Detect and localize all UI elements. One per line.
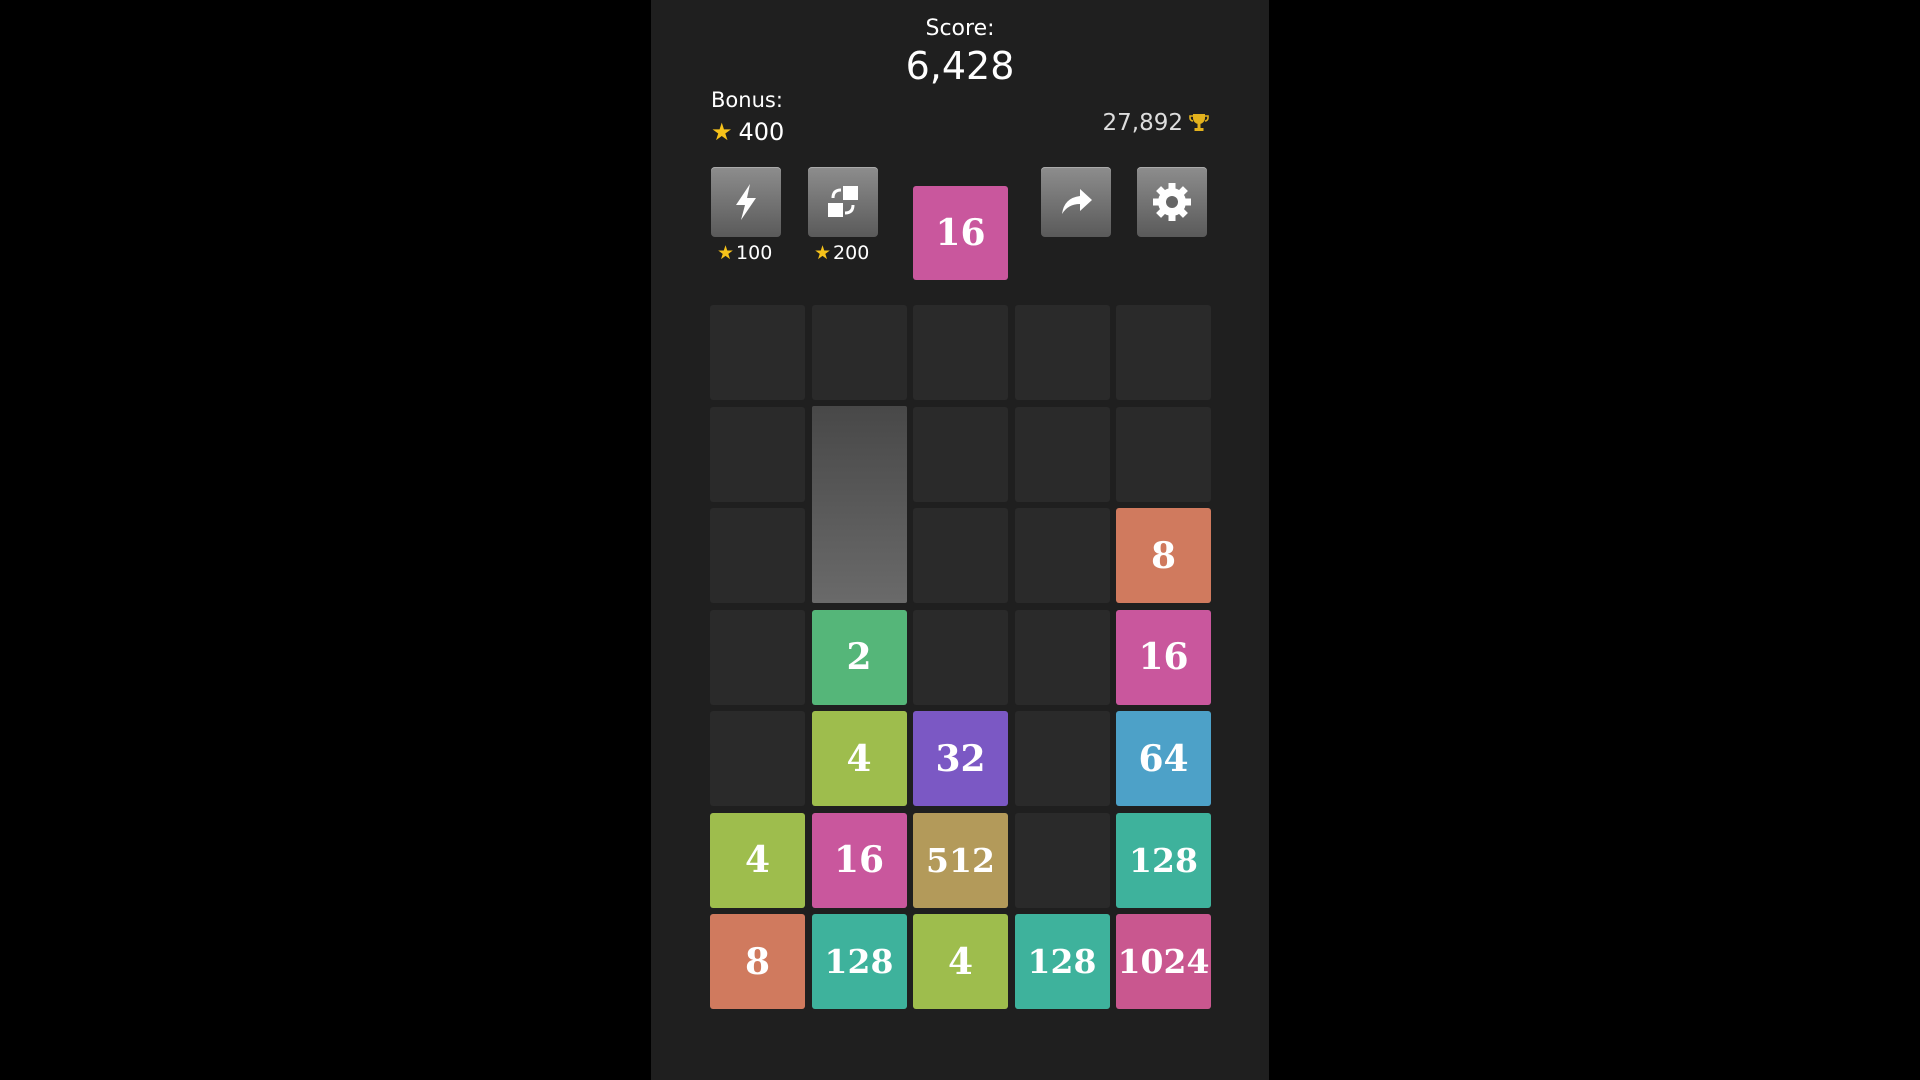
- bonus-row: ★ 400: [711, 118, 784, 146]
- tile-4: 4: [710, 812, 805, 908]
- star-icon: ★: [717, 242, 735, 264]
- tile-8: 8: [1116, 508, 1211, 603]
- bonus-value: 400: [738, 118, 785, 146]
- best-score-value: 27,892: [1102, 110, 1183, 136]
- tile-64: 64: [1116, 711, 1211, 806]
- board-cell[interactable]: [913, 305, 1008, 400]
- board-cell[interactable]: [913, 406, 1008, 502]
- swap-button[interactable]: [808, 167, 878, 237]
- tile-1024: 1024: [1116, 914, 1211, 1009]
- tile-16: 16: [811, 812, 907, 908]
- board-cell[interactable]: [1116, 406, 1211, 502]
- board-cell[interactable]: [1014, 406, 1110, 502]
- board-cell[interactable]: [710, 305, 805, 400]
- tile-512: 512: [913, 812, 1008, 908]
- gear-icon: [1153, 183, 1191, 221]
- board-cell[interactable]: [710, 508, 805, 603]
- board-cell[interactable]: [1014, 609, 1110, 705]
- star-icon: ★: [814, 242, 832, 264]
- star-icon: ★: [711, 118, 733, 146]
- game-screen: Score: 6,428 Bonus: ★ 400 27,892 ★ 100 ★: [651, 0, 1269, 1080]
- swap-icon: [828, 186, 858, 217]
- board-cell[interactable]: [1014, 508, 1110, 603]
- board-cell[interactable]: [913, 508, 1008, 603]
- tile-32: 32: [913, 711, 1008, 806]
- lightning-cost-value: 100: [736, 242, 773, 264]
- board-cell[interactable]: [710, 406, 805, 502]
- best-score-row: 27,892: [1103, 110, 1211, 136]
- lightning-icon: [736, 184, 756, 220]
- tile-4: 4: [811, 711, 907, 806]
- board-cell[interactable]: [1014, 305, 1110, 400]
- tile-8: 8: [710, 914, 805, 1009]
- tile-2: 2: [811, 609, 907, 705]
- tile-4: 4: [913, 914, 1008, 1009]
- board-cell[interactable]: [913, 609, 1008, 705]
- board-cell[interactable]: [1116, 305, 1211, 400]
- share-arrow-icon: [1062, 189, 1092, 214]
- score-value: 6,428: [905, 44, 1015, 88]
- trophy-icon: [1189, 114, 1209, 131]
- bonus-label: Bonus:: [711, 88, 783, 112]
- lightning-cost: ★ 100: [717, 242, 772, 264]
- board-cell[interactable]: [710, 711, 805, 806]
- lightning-button[interactable]: [711, 167, 781, 237]
- swap-cost-value: 200: [833, 242, 870, 264]
- column-highlight: [811, 406, 907, 603]
- tile-128: 128: [811, 914, 907, 1009]
- game-board[interactable]: 8 2 16 4 32 64 4 16 512 128 8 128 4 128 1024: [710, 305, 1211, 1012]
- tile-128: 128: [1116, 812, 1211, 908]
- tile-128: 128: [1014, 914, 1110, 1009]
- share-button[interactable]: [1041, 167, 1111, 237]
- board-cell[interactable]: [1014, 711, 1110, 806]
- score-label: Score:: [925, 16, 995, 41]
- board-cell[interactable]: [1014, 812, 1110, 908]
- tile-16: 16: [1116, 609, 1211, 705]
- board-cell[interactable]: [811, 305, 907, 400]
- swap-cost: ★ 200: [814, 242, 869, 264]
- board-cell[interactable]: [710, 609, 805, 705]
- settings-button[interactable]: [1137, 167, 1207, 237]
- next-tile: 16: [913, 186, 1008, 280]
